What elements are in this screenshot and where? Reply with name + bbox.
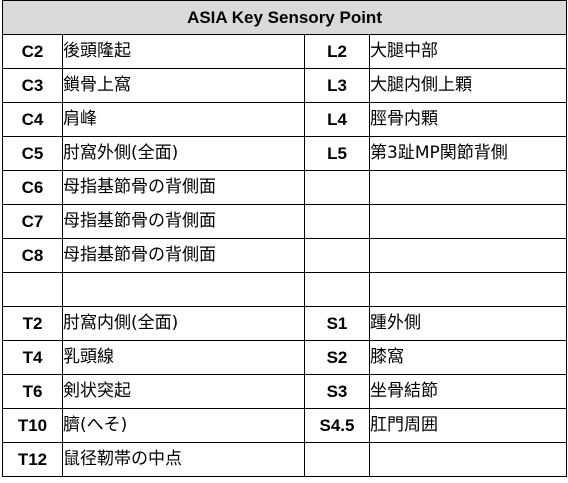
left-sensory-point-cell[interactable]: 肘窩内側(全面) bbox=[62, 306, 305, 341]
table-row bbox=[2, 272, 568, 307]
table-row: C3 鎖骨上窩 L3 大腿内側上顆 bbox=[2, 68, 568, 103]
right-sensory-point-cell[interactable]: 大腿内側上顆 bbox=[368, 68, 568, 103]
left-sensory-point-cell[interactable]: 鎖骨上窩 bbox=[62, 68, 305, 103]
right-segment-code-cell[interactable]: S4.5 bbox=[304, 408, 370, 443]
table-row: C6 母指基節骨の背側面 bbox=[2, 170, 568, 205]
right-sensory-point-cell[interactable] bbox=[368, 238, 568, 273]
left-sensory-point-cell[interactable]: 後頭隆起 bbox=[62, 34, 305, 69]
table-row: C2 後頭隆起 L2 大腿中部 bbox=[2, 34, 568, 69]
right-segment-code-cell[interactable]: L2 bbox=[304, 34, 370, 69]
right-segment-code-cell[interactable]: L4 bbox=[304, 102, 370, 137]
left-sensory-point-cell[interactable]: 臍(へそ) bbox=[62, 408, 305, 443]
right-sensory-point-cell[interactable]: 大腿中部 bbox=[368, 34, 568, 69]
table-title[interactable]: ASIA Key Sensory Point bbox=[1, 0, 568, 35]
left-segment-code-cell[interactable]: C3 bbox=[2, 68, 63, 103]
right-sensory-point-cell[interactable]: 踵外側 bbox=[368, 306, 568, 341]
right-sensory-point-cell[interactable]: 脛骨内顆 bbox=[368, 102, 568, 137]
left-segment-code-cell[interactable]: C2 bbox=[2, 34, 63, 69]
table-row: T12 鼠径靭帯の中点 bbox=[2, 442, 568, 477]
right-sensory-point-cell[interactable] bbox=[368, 272, 568, 307]
table-row: C7 母指基節骨の背側面 bbox=[2, 204, 568, 239]
right-sensory-point-cell[interactable] bbox=[368, 170, 568, 205]
table-row: C4 肩峰 L4 脛骨内顆 bbox=[2, 102, 568, 137]
right-sensory-point-cell[interactable] bbox=[368, 442, 568, 477]
right-segment-code-cell[interactable] bbox=[304, 272, 370, 307]
left-sensory-point-cell[interactable] bbox=[62, 272, 305, 307]
table-row: C5 肘窩外側(全面) L5 第3趾MP関節背側 bbox=[2, 136, 568, 171]
asia-sensory-sheet: ASIA Key Sensory Point C2 後頭隆起 L2 大腿中部 C3 鎖骨上… bbox=[1, 0, 568, 477]
right-segment-code-cell[interactable]: S1 bbox=[304, 306, 370, 341]
right-segment-code-cell[interactable] bbox=[304, 204, 370, 239]
table-row: T6 剣状突起 S3 坐骨結節 bbox=[2, 374, 568, 409]
left-segment-code-cell[interactable]: C8 bbox=[2, 238, 63, 273]
left-segment-code-cell[interactable] bbox=[2, 272, 63, 307]
table-row: T2 肘窩内側(全面) S1 踵外側 bbox=[2, 306, 568, 341]
title-row: ASIA Key Sensory Point bbox=[1, 0, 568, 35]
right-sensory-point-cell[interactable] bbox=[368, 204, 568, 239]
left-segment-code-cell[interactable]: T6 bbox=[2, 374, 63, 409]
table-row: C8 母指基節骨の背側面 bbox=[2, 238, 568, 273]
left-sensory-point-cell[interactable]: 鼠径靭帯の中点 bbox=[62, 442, 305, 477]
asia-key-sensory-table: ASIA Key Sensory Point C2 後頭隆起 L2 大腿中部 C3 鎖骨上… bbox=[1, 0, 568, 477]
left-sensory-point-cell[interactable]: 乳頭線 bbox=[62, 340, 305, 375]
left-segment-code-cell[interactable]: C6 bbox=[2, 170, 63, 205]
table-row: T10 臍(へそ) S4.5 肛門周囲 bbox=[2, 408, 568, 443]
left-segment-code-cell[interactable]: T12 bbox=[2, 442, 63, 477]
left-segment-code-cell[interactable]: T10 bbox=[2, 408, 63, 443]
right-segment-code-cell[interactable]: L5 bbox=[304, 136, 370, 171]
right-sensory-point-cell[interactable]: 膝窩 bbox=[368, 340, 568, 375]
left-sensory-point-cell[interactable]: 母指基節骨の背側面 bbox=[62, 238, 305, 273]
left-segment-code-cell[interactable]: C7 bbox=[2, 204, 63, 239]
left-segment-code-cell[interactable]: T4 bbox=[2, 340, 63, 375]
right-sensory-point-cell[interactable]: 坐骨結節 bbox=[368, 374, 568, 409]
left-segment-code-cell[interactable]: C4 bbox=[2, 102, 63, 137]
right-segment-code-cell[interactable]: S3 bbox=[304, 374, 370, 409]
left-segment-code-cell[interactable]: C5 bbox=[2, 136, 63, 171]
left-sensory-point-cell[interactable]: 母指基節骨の背側面 bbox=[62, 170, 305, 205]
right-segment-code-cell[interactable]: S2 bbox=[304, 340, 370, 375]
right-segment-code-cell[interactable] bbox=[304, 170, 370, 205]
left-sensory-point-cell[interactable]: 母指基節骨の背側面 bbox=[62, 204, 305, 239]
right-segment-code-cell[interactable]: L3 bbox=[304, 68, 370, 103]
left-segment-code-cell[interactable]: T2 bbox=[2, 306, 63, 341]
left-sensory-point-cell[interactable]: 剣状突起 bbox=[62, 374, 305, 409]
left-sensory-point-cell[interactable]: 肩峰 bbox=[62, 102, 305, 137]
right-sensory-point-cell[interactable]: 第3趾MP関節背側 bbox=[368, 136, 568, 171]
right-sensory-point-cell[interactable]: 肛門周囲 bbox=[368, 408, 568, 443]
left-sensory-point-cell[interactable]: 肘窩外側(全面) bbox=[62, 136, 305, 171]
table-row: T4 乳頭線 S2 膝窩 bbox=[2, 340, 568, 375]
right-segment-code-cell[interactable] bbox=[304, 238, 370, 273]
right-segment-code-cell[interactable] bbox=[304, 442, 370, 477]
